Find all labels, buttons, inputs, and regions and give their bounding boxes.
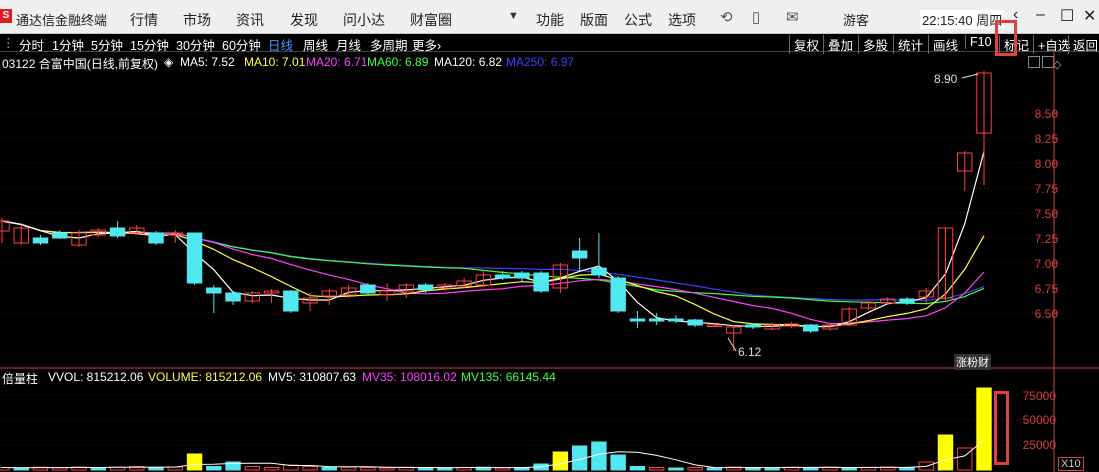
volume-bar [629,466,646,471]
candle [610,277,626,312]
candle [533,272,549,292]
volume-scale-label: X10 [1058,457,1084,471]
volume-bar [321,467,338,471]
volume-bar [340,466,357,471]
high-price-label: 8.90 [934,72,958,86]
mv135-value: MV135: 66145.44 [461,370,556,384]
candle [417,284,434,291]
candle [899,298,915,304]
candle [206,287,222,294]
diamond-icon: ◇ [1053,59,1062,71]
volume-bar [13,467,29,471]
volume-bar [610,454,626,471]
axis-tick: 7.25 [1034,232,1058,246]
candle [591,267,607,276]
volume-bar [552,451,569,471]
candle [514,272,530,279]
axis-tick: 7.50 [1034,207,1058,221]
axis-tick: 8.00 [1034,157,1058,171]
volume-bar [360,467,376,471]
volume-bar [437,467,453,471]
candle [668,318,684,322]
mv35-value: MV35: 108016.02 [362,370,457,384]
candle [32,237,49,244]
volume-bar [494,467,511,471]
candle [802,324,819,332]
candle [360,284,376,294]
volume-bar [706,467,723,471]
volume-bar [244,466,261,471]
candle [571,250,588,259]
volume-indicator-label[interactable]: 倍量柱 [2,370,38,387]
volume-bar [841,467,857,471]
axis-tick: 8.50 [1034,107,1058,121]
candle [186,232,203,284]
volume-bar [148,467,164,471]
volume-bar [937,434,954,471]
candle [629,318,646,322]
axis-tick: 8.25 [1034,132,1058,146]
highlight-box-volume [994,391,1009,465]
vvol-value: VVOL: 815212.06 [48,370,144,384]
volume-bar [648,467,665,471]
volume-bar [263,467,280,471]
volume-bar [302,466,318,471]
axis-tick: 7.75 [1034,182,1058,196]
volume-bar [687,467,703,471]
volume-value: VOLUME: 815212.06 [148,370,263,384]
candle [283,290,299,312]
candle [687,319,703,326]
volume-bar [976,387,992,471]
candlestick-chart[interactable] [0,0,1099,472]
axis-tick: 6.75 [1034,282,1058,296]
volume-bar [668,467,684,471]
candle [52,232,68,239]
volume-bar [764,467,780,471]
candle [745,324,761,328]
candle [648,318,665,322]
volume-bar [206,466,222,471]
volume-bar [52,467,68,471]
volume-bar [379,467,395,471]
mv5-line [1,439,985,469]
axis-tick: 7.00 [1034,257,1058,271]
candle [148,232,164,244]
low-price-label: 6.12 [738,345,762,359]
candle [225,292,241,302]
low-marker [727,337,737,352]
volume-bar [186,453,203,471]
candle [109,227,126,237]
promo-badge[interactable]: 涨粉财 [954,354,991,370]
candle [494,274,511,279]
axis-tick: 6.50 [1034,307,1058,321]
mv5-value: MV5: 310807.63 [268,370,357,384]
high-marker [961,73,979,79]
